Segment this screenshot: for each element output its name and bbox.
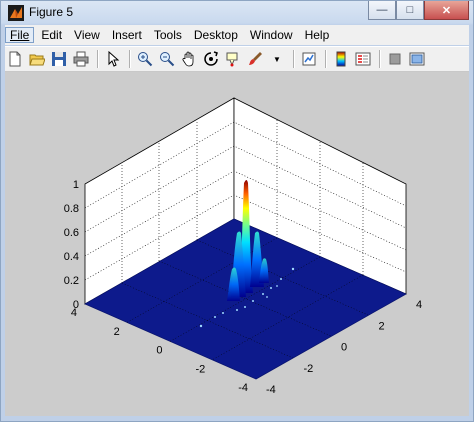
close-button[interactable]: ✕ [424, 1, 469, 20]
toolbar-separator [325, 50, 327, 68]
legend-button[interactable] [353, 49, 373, 69]
hide-plot-tools-icon [389, 53, 401, 65]
y-tick-label: 4 [416, 299, 422, 311]
brush-icon [249, 52, 262, 65]
zoom-in-button[interactable] [135, 49, 155, 69]
minimize-icon: — [376, 4, 388, 16]
data-cursor-icon [226, 52, 238, 67]
rotate-3d-button[interactable] [201, 49, 221, 69]
brush-button[interactable] [245, 49, 265, 69]
menu-window[interactable]: Window [245, 27, 298, 43]
y-tick-label: -2 [304, 363, 314, 375]
zoom-in-icon [138, 52, 153, 67]
chevron-down-icon: ▼ [273, 54, 281, 64]
title-bar[interactable]: Figure 5 — □ ✕ [1, 1, 473, 25]
maximize-icon: □ [406, 4, 414, 16]
z-tick-label: 0.8 [64, 203, 79, 215]
edit-plot-button[interactable] [103, 49, 123, 69]
toolbar-separator [379, 50, 381, 68]
show-plot-tools-button[interactable] [407, 49, 427, 69]
print-button[interactable] [71, 49, 91, 69]
data-cursor-button[interactable] [223, 49, 243, 69]
menu-desktop[interactable]: Desktop [189, 27, 243, 43]
x-tick-label: -2 [195, 363, 205, 375]
zoom-out-button[interactable] [157, 49, 177, 69]
legend-icon [355, 52, 371, 66]
y-tick-label: 0 [341, 342, 347, 354]
menu-file-label: File [10, 28, 30, 42]
window-title: Figure 5 [29, 5, 74, 19]
toolbar-separator [97, 50, 99, 68]
brush-dropdown[interactable]: ▼ [267, 49, 287, 69]
colorbar-button[interactable] [331, 49, 351, 69]
show-plot-tools-icon [409, 52, 425, 66]
menu-file[interactable]: File [5, 27, 35, 43]
open-file-button[interactable] [27, 49, 47, 69]
print-icon [73, 51, 89, 67]
pan-button[interactable] [179, 49, 199, 69]
x-tick-label: 0 [156, 345, 162, 357]
minimize-button[interactable]: — [368, 1, 396, 20]
z-axis: 00.20.40.60.81 [64, 179, 79, 311]
maximize-button[interactable]: □ [396, 1, 424, 20]
save-button[interactable] [49, 49, 69, 69]
z-tick-label: 0.2 [64, 275, 79, 287]
figure-toolbar: ▼ [5, 46, 469, 72]
x-tick-label: 2 [114, 326, 120, 338]
edit-plot-arrow-icon [108, 51, 120, 67]
z-tick-label: 0.4 [64, 251, 79, 263]
menu-insert[interactable]: Insert [107, 27, 147, 43]
menu-view[interactable]: View [69, 27, 105, 43]
menu-bar: File Edit View Insert Tools Desktop Wind… [5, 25, 469, 45]
pan-hand-icon [182, 51, 194, 67]
menu-tools[interactable]: Tools [149, 27, 187, 43]
x-tick-label: 4 [71, 307, 77, 319]
menu-edit[interactable]: Edit [36, 27, 67, 43]
zoom-out-icon [160, 52, 175, 67]
link-plot-button[interactable] [299, 49, 319, 69]
new-figure-button[interactable] [5, 49, 25, 69]
colorbar-icon [336, 51, 346, 67]
toolbar-separator [293, 50, 295, 68]
hide-plot-tools-button[interactable] [385, 49, 405, 69]
new-figure-icon [9, 51, 21, 67]
link-plot-icon [302, 52, 316, 66]
toolbar-separator [129, 50, 131, 68]
menu-help[interactable]: Help [300, 27, 335, 43]
surface-plot[interactable]: 00.20.40.60.81 420-2-4 420-2-4 [5, 72, 469, 416]
x-tick-label: -4 [238, 382, 248, 394]
rotate-3d-icon [204, 51, 218, 66]
y-tick-label: -4 [266, 384, 276, 396]
close-icon: ✕ [441, 4, 452, 17]
y-tick-label: 2 [379, 320, 385, 332]
z-tick-label: 0.6 [64, 227, 79, 239]
figure-canvas[interactable]: 0 0.2 0.4 0.6 0.8 1 4 2 0 -2 -4 4 2 0 -2 -4 [5, 72, 469, 416]
open-file-icon [29, 54, 45, 66]
figure-window: Figure 5 — □ ✕ File Edit View Insert Too… [0, 0, 474, 422]
matlab-icon [8, 5, 24, 21]
z-tick-label: 1 [73, 179, 79, 191]
save-icon [52, 52, 66, 66]
